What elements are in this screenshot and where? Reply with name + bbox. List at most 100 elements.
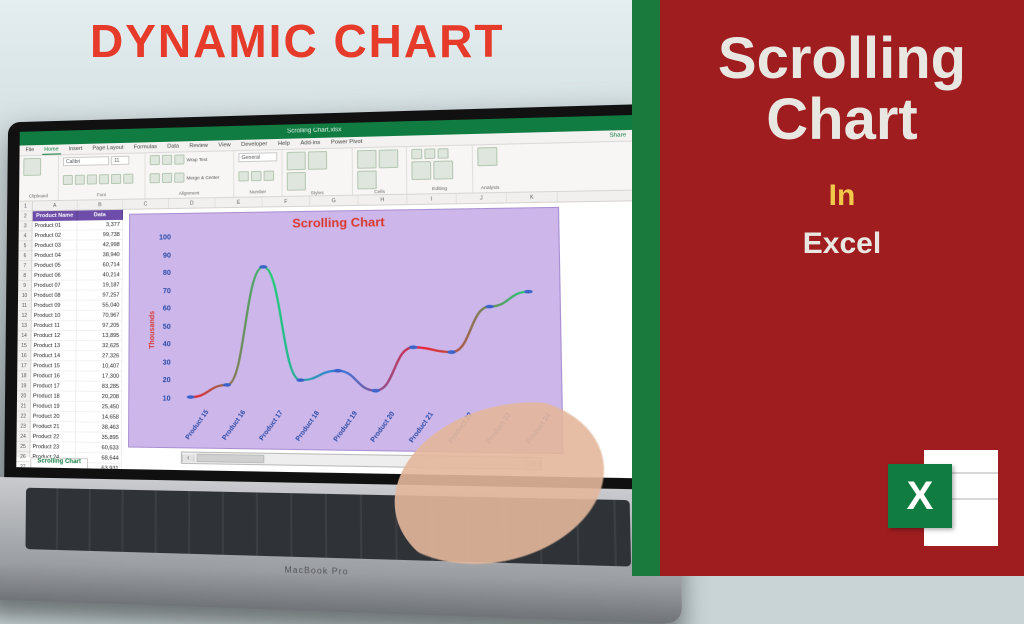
col-g[interactable]: G xyxy=(310,196,358,206)
row-header[interactable]: 12 xyxy=(18,311,31,321)
tab-formulas[interactable]: Formulas xyxy=(132,143,159,152)
col-a[interactable]: A xyxy=(33,201,78,211)
col-d[interactable]: D xyxy=(169,198,216,208)
cell-product[interactable]: Product 17 xyxy=(31,381,76,391)
cell-data[interactable]: 14,658 xyxy=(76,412,122,423)
percent-icon[interactable] xyxy=(251,170,262,180)
table-row[interactable]: Product 0897,257 xyxy=(32,290,123,301)
cell-product[interactable]: Product 15 xyxy=(31,361,76,371)
cell-product[interactable]: Product 04 xyxy=(32,251,77,261)
row-header[interactable]: 14 xyxy=(18,331,31,341)
table-row[interactable]: Product 1070,967 xyxy=(32,311,123,321)
delete-cells-icon[interactable] xyxy=(379,149,399,168)
currency-icon[interactable] xyxy=(238,171,248,181)
col-i[interactable]: I xyxy=(407,194,457,204)
cell-data[interactable]: 42,998 xyxy=(77,240,123,251)
row-header[interactable]: 25 xyxy=(16,442,29,452)
italic-icon[interactable] xyxy=(75,174,85,184)
cell-product[interactable]: Product 19 xyxy=(31,401,76,412)
tab-addins[interactable]: Add-ins xyxy=(298,139,322,148)
row-header[interactable]: 2 xyxy=(19,211,32,221)
fill-icon[interactable] xyxy=(424,148,435,159)
cell-data[interactable]: 38,940 xyxy=(77,250,123,261)
row-header[interactable]: 1 xyxy=(19,201,32,211)
cell-data[interactable]: 38,463 xyxy=(76,422,122,433)
table-row[interactable]: Product 1783,285 xyxy=(31,381,122,392)
number-format-select[interactable]: General xyxy=(238,152,277,162)
align-middle-icon[interactable] xyxy=(162,155,172,165)
cell-product[interactable]: Product 14 xyxy=(31,351,76,361)
align-bottom-icon[interactable] xyxy=(174,154,184,164)
table-row[interactable]: Product 1617,300 xyxy=(31,371,122,382)
cell-data[interactable]: 17,300 xyxy=(76,371,122,381)
cell-data[interactable]: 10,407 xyxy=(76,361,122,371)
table-row[interactable]: Product 0955,040 xyxy=(32,301,123,311)
tab-home[interactable]: Home xyxy=(42,145,61,154)
cell-data[interactable]: 32,625 xyxy=(77,341,123,351)
underline-icon[interactable] xyxy=(87,174,97,184)
cell-data[interactable]: 55,040 xyxy=(77,301,123,311)
row-header[interactable]: 9 xyxy=(18,281,31,291)
scroll-thumb[interactable] xyxy=(197,454,265,463)
cell-data[interactable]: 49,757 xyxy=(76,473,122,478)
row-header[interactable]: 16 xyxy=(17,351,30,361)
cell-data[interactable]: 25,450 xyxy=(76,402,122,413)
font-size-select[interactable]: 11 xyxy=(111,156,129,165)
cell-product[interactable]: Product 06 xyxy=(32,271,77,281)
cell-data[interactable]: 99,738 xyxy=(77,230,123,241)
format-as-table-icon[interactable] xyxy=(308,151,327,170)
comma-icon[interactable] xyxy=(264,170,275,180)
row-header[interactable]: 18 xyxy=(17,371,30,381)
find-select-icon[interactable] xyxy=(433,160,453,179)
cell-product[interactable]: Product 10 xyxy=(32,311,77,321)
tab-data[interactable]: Data xyxy=(165,142,181,150)
tab-view[interactable]: View xyxy=(216,141,232,149)
cell-product[interactable]: Product 07 xyxy=(32,281,77,291)
clear-icon[interactable] xyxy=(437,148,448,159)
col-f[interactable]: F xyxy=(263,196,311,206)
cell-data[interactable]: 20,208 xyxy=(76,392,122,403)
sort-filter-icon[interactable] xyxy=(411,161,431,180)
fill-color-icon[interactable] xyxy=(111,173,121,183)
font-color-icon[interactable] xyxy=(123,173,133,183)
cell-data[interactable]: 60,714 xyxy=(77,260,123,270)
cell-product[interactable]: Product 16 xyxy=(31,371,76,381)
cell-product[interactable]: Product 22 xyxy=(31,432,76,443)
font-name-select[interactable]: Calibri xyxy=(63,156,109,166)
bold-icon[interactable] xyxy=(63,174,73,184)
cell-product[interactable]: Product 08 xyxy=(32,291,77,301)
table-row[interactable]: Product 0640,214 xyxy=(32,270,123,281)
table-row[interactable]: Product 1510,407 xyxy=(31,361,122,372)
align-top-icon[interactable] xyxy=(150,155,160,165)
row-header[interactable]: 27 xyxy=(16,462,29,472)
merge-center-button[interactable]: Merge & Center xyxy=(187,174,220,180)
row-header[interactable]: 3 xyxy=(19,221,32,231)
autosum-icon[interactable] xyxy=(411,149,422,160)
row-header[interactable]: 26 xyxy=(16,452,29,462)
cell-data[interactable]: 97,205 xyxy=(77,321,123,331)
insert-cells-icon[interactable] xyxy=(357,150,377,169)
tab-page-layout[interactable]: Page Layout xyxy=(90,144,125,153)
row-header[interactable]: 11 xyxy=(18,301,31,311)
align-left-icon[interactable] xyxy=(150,173,160,183)
col-b[interactable]: B xyxy=(78,200,123,210)
cell-product[interactable]: Product 23 xyxy=(30,442,75,453)
row-header[interactable]: 17 xyxy=(17,361,30,371)
share-button[interactable]: Share xyxy=(607,131,629,140)
cell-product[interactable]: Product 12 xyxy=(32,331,77,341)
col-k[interactable]: K xyxy=(507,192,558,202)
row-header[interactable]: 24 xyxy=(17,432,30,442)
cell-product[interactable]: Product 02 xyxy=(32,231,77,242)
row-header[interactable]: 6 xyxy=(18,251,31,261)
sheet-tab[interactable]: Scrolling Chart xyxy=(30,457,88,468)
col-h[interactable]: H xyxy=(358,195,407,205)
cell-data[interactable]: 83,285 xyxy=(76,382,122,393)
cell-data[interactable]: 19,187 xyxy=(77,280,123,290)
cell-product[interactable]: Product 01 xyxy=(33,221,78,232)
table-row[interactable]: Product 1332,625 xyxy=(31,341,122,351)
tab-help[interactable]: Help xyxy=(276,140,292,149)
cell-product[interactable]: Product 18 xyxy=(31,391,76,402)
cell-data[interactable]: 3,377 xyxy=(77,220,122,231)
tab-power-pivot[interactable]: Power Pivot xyxy=(329,138,365,147)
col-c[interactable]: C xyxy=(123,199,169,209)
